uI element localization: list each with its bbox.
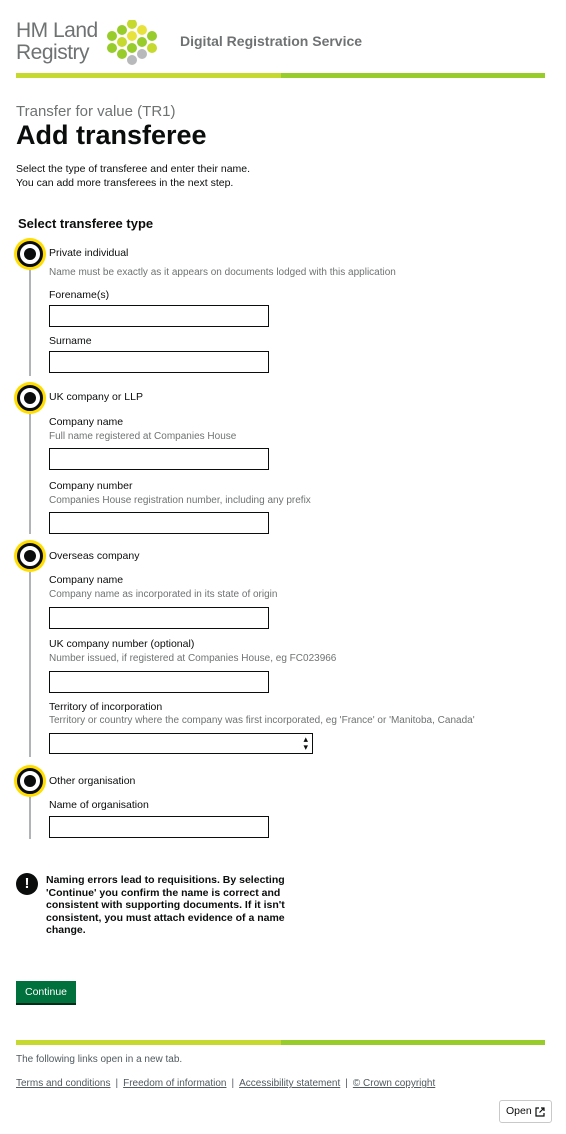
footer-divider <box>16 1040 545 1045</box>
overseas-company-name-hint: Company name as incorporated in its stat… <box>49 589 278 600</box>
intro-line-1: Select the type of transferee and enter … <box>16 163 251 175</box>
footer-separator: | <box>115 1078 119 1089</box>
surname-label: Surname <box>49 335 92 347</box>
footer-link-copyright[interactable]: © Crown copyright <box>353 1078 435 1089</box>
transferee-type-legend: Select transferee type <box>18 216 154 231</box>
radio-label-uk-company[interactable]: UK company or LLP <box>49 391 143 403</box>
surname-input[interactable] <box>49 351 269 373</box>
radio-private-individual[interactable] <box>17 241 43 267</box>
footer-divider-left <box>16 1040 281 1045</box>
radio-overseas-company[interactable] <box>17 543 43 569</box>
uk-company-number-hint: Companies House registration number, inc… <box>49 495 311 506</box>
overseas-company-reveal-border <box>29 572 31 757</box>
logo-line-1: HM Land <box>16 19 98 42</box>
open-button-label: Open <box>506 1105 532 1117</box>
overseas-company-number-input[interactable] <box>49 671 269 693</box>
forename-label: Forename(s) <box>49 289 110 301</box>
warning-message: Naming errors lead to requisitions. By s… <box>46 874 285 936</box>
overseas-company-name-input[interactable] <box>49 607 269 629</box>
radio-label-overseas-company[interactable]: Overseas company <box>49 550 139 562</box>
header-divider <box>16 73 545 78</box>
logo-line-2: Registry <box>16 41 90 64</box>
header-divider-left <box>16 73 281 78</box>
header-divider-right <box>281 73 545 78</box>
footer-link-foi[interactable]: Freedom of information <box>123 1078 226 1089</box>
private-individual-hint: Name must be exactly as it appears on do… <box>49 267 396 278</box>
select-updown-icon: ▴ ▾ <box>303 734 308 752</box>
footer-divider-right <box>281 1040 545 1045</box>
territory-label: Territory of incorporation <box>49 701 163 713</box>
radio-label-private-individual[interactable]: Private individual <box>49 247 128 259</box>
territory-hint: Territory or country where the company w… <box>49 715 475 726</box>
footer-links: Terms and conditions | Freedom of informat… <box>16 1078 435 1089</box>
open-in-new-tab-button[interactable]: Open <box>499 1100 552 1123</box>
uk-company-name-hint: Full name registered at Companies House <box>49 431 237 442</box>
footer-separator: | <box>345 1078 348 1089</box>
uk-company-reveal-border <box>29 414 31 534</box>
radio-label-other-organisation[interactable]: Other organisation <box>49 775 135 787</box>
uk-company-number-input[interactable] <box>49 512 269 534</box>
private-individual-reveal-border <box>29 270 31 376</box>
overseas-company-name-label: Company name <box>49 574 124 586</box>
overseas-company-number-hint: Number issued, if registered at Companie… <box>49 653 337 664</box>
hm-land-registry-logo-icon <box>107 20 157 65</box>
radio-other-organisation[interactable] <box>17 768 43 794</box>
footer-note: The following links open in a new tab. <box>16 1054 183 1065</box>
site-header: HM Land Registry Digital Registration Se… <box>16 18 545 78</box>
page-title: Add transferee <box>16 120 207 150</box>
uk-company-name-input[interactable] <box>49 448 269 470</box>
hm-land-registry-logo-text: HM Land Registry <box>16 20 98 64</box>
external-link-icon <box>535 1107 545 1117</box>
footer-link-accessibility[interactable]: Accessibility statement <box>239 1078 340 1089</box>
service-name: Digital Registration Service <box>180 33 363 49</box>
page-intro: Select the type of transferee and enter … <box>16 162 250 190</box>
organisation-name-input[interactable] <box>49 816 269 838</box>
page-caption: Transfer for value (TR1) <box>16 103 176 120</box>
organisation-name-label: Name of organisation <box>49 799 149 811</box>
other-organisation-reveal-border <box>29 797 31 839</box>
footer-link-terms[interactable]: Terms and conditions <box>16 1078 111 1089</box>
uk-company-number-label: Company number <box>49 480 133 492</box>
footer-separator: | <box>231 1078 235 1089</box>
continue-button[interactable]: Continue <box>16 981 76 1003</box>
forename-input[interactable] <box>49 305 269 327</box>
uk-company-name-label: Company name <box>49 416 124 428</box>
radio-uk-company[interactable] <box>17 385 43 411</box>
overseas-company-number-label: UK company number (optional) <box>49 638 195 650</box>
warning-icon: ! <box>16 873 38 895</box>
territory-select[interactable]: ▴ ▾ <box>49 733 313 754</box>
intro-line-2: You can add more transferees in the next… <box>16 177 234 189</box>
